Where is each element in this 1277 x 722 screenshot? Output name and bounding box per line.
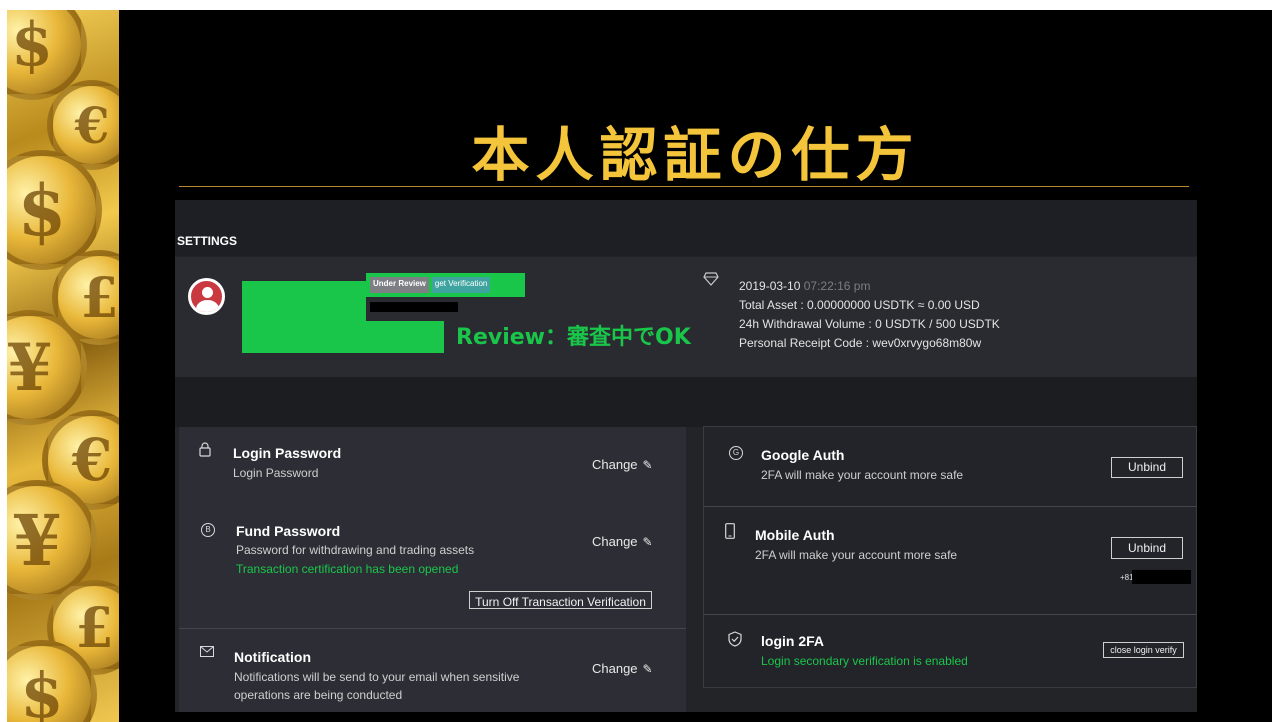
timestamp: 2019-03-10 07:22:16 pm: [739, 277, 1000, 296]
divider: [704, 614, 1197, 615]
two-factor-card: G Google Auth 2FA will make your account…: [703, 426, 1197, 688]
settings-header: SETTINGS: [175, 200, 1197, 256]
notification-title: Notification: [234, 649, 311, 665]
withdrawal-volume: 24h Withdrawal Volume : 0 USDTK / 500 US…: [739, 317, 1000, 331]
pencil-icon: ✎: [642, 662, 653, 676]
slide-title: 本人認証の仕方: [471, 121, 920, 189]
lock-icon: [199, 442, 211, 457]
google-icon: G: [729, 446, 743, 460]
slide: $ € $ £ ¥ € ¥ £ $ 本人認証の仕方 SETTINGS Under…: [7, 10, 1272, 722]
mobile-auth-title: Mobile Auth: [755, 527, 835, 543]
login-password-subtitle: Login Password: [233, 466, 319, 480]
mobile-auth-unbind-button[interactable]: Unbind: [1111, 537, 1183, 559]
redaction-box: [242, 281, 366, 353]
divider: [179, 628, 686, 629]
close-login-verify-button[interactable]: close login verify: [1103, 642, 1184, 658]
receipt-code: Personal Receipt Code : wev0xrvygo68m80w: [739, 336, 982, 350]
mobile-auth-subtitle: 2FA will make your account more safe: [755, 548, 958, 562]
notification-subtitle-line2: operations are being conducted: [234, 688, 403, 702]
notification-subtitle-line1: Notifications will be send to your email…: [234, 670, 520, 684]
under-review-badge: Under Review: [370, 277, 429, 293]
section-gap: [175, 377, 1197, 427]
date: 2019-03-10: [739, 279, 801, 293]
avatar[interactable]: [188, 278, 225, 315]
fund-password-title: Fund Password: [236, 523, 341, 539]
bitcoin-icon: B: [201, 523, 215, 537]
google-auth-subtitle: 2FA will make your account more safe: [761, 468, 964, 482]
redaction-box: [366, 321, 444, 353]
verification-badges: Under Review get Verification: [366, 273, 525, 297]
envelope-icon: [200, 646, 214, 657]
redaction-box: [370, 302, 458, 312]
password-settings-card: Login Password Login Password Change ✎ B …: [179, 427, 686, 712]
login-2fa-status: Login secondary verification is enabled: [761, 654, 968, 668]
login-password-title: Login Password: [233, 445, 342, 461]
fund-password-change-link[interactable]: Change ✎: [592, 534, 653, 549]
mobile-phone-icon: [725, 523, 735, 539]
turn-off-transaction-verification-button[interactable]: Turn Off Transaction Verification: [469, 591, 652, 609]
pencil-icon: ✎: [642, 535, 653, 549]
phone-redaction: [1132, 570, 1191, 584]
login-2fa-title: login 2FA: [761, 633, 824, 649]
google-auth-unbind-button[interactable]: Unbind: [1111, 457, 1183, 478]
google-auth-title: Google Auth: [761, 447, 845, 463]
divider: [704, 506, 1197, 507]
settings-title: SETTINGS: [177, 234, 238, 248]
change-label: Change: [592, 457, 638, 472]
total-asset: Total Asset : 0.00000000 USDTK ≈ 0.00 US…: [739, 298, 980, 312]
review-annotation: Review：審査中でOK: [456, 325, 691, 350]
title-divider: [179, 186, 1189, 187]
change-label: Change: [592, 661, 638, 676]
login-password-change-link[interactable]: Change ✎: [592, 457, 653, 472]
pencil-icon: ✎: [642, 458, 653, 472]
shield-check-icon: [728, 631, 742, 647]
settings-screenshot: SETTINGS Under Review get Verification R…: [175, 200, 1197, 712]
account-info: 2019-03-10 07:22:16 pm Total Asset : 0.0…: [739, 277, 1000, 353]
gold-coin-decoration: $ € $ £ ¥ € ¥ £ $: [7, 10, 119, 722]
fund-password-subtitle: Password for withdrawing and trading ass…: [236, 543, 475, 557]
get-verification-badge[interactable]: get Verification: [431, 277, 491, 293]
diamond-icon: [703, 272, 719, 286]
time: 07:22:16 pm: [803, 279, 871, 293]
change-label: Change: [592, 534, 638, 549]
fund-password-status: Transaction certification has been opene…: [236, 562, 459, 576]
profile-section: Under Review get Verification Review：審査中…: [175, 257, 1197, 377]
notification-change-link[interactable]: Change ✎: [592, 661, 653, 676]
